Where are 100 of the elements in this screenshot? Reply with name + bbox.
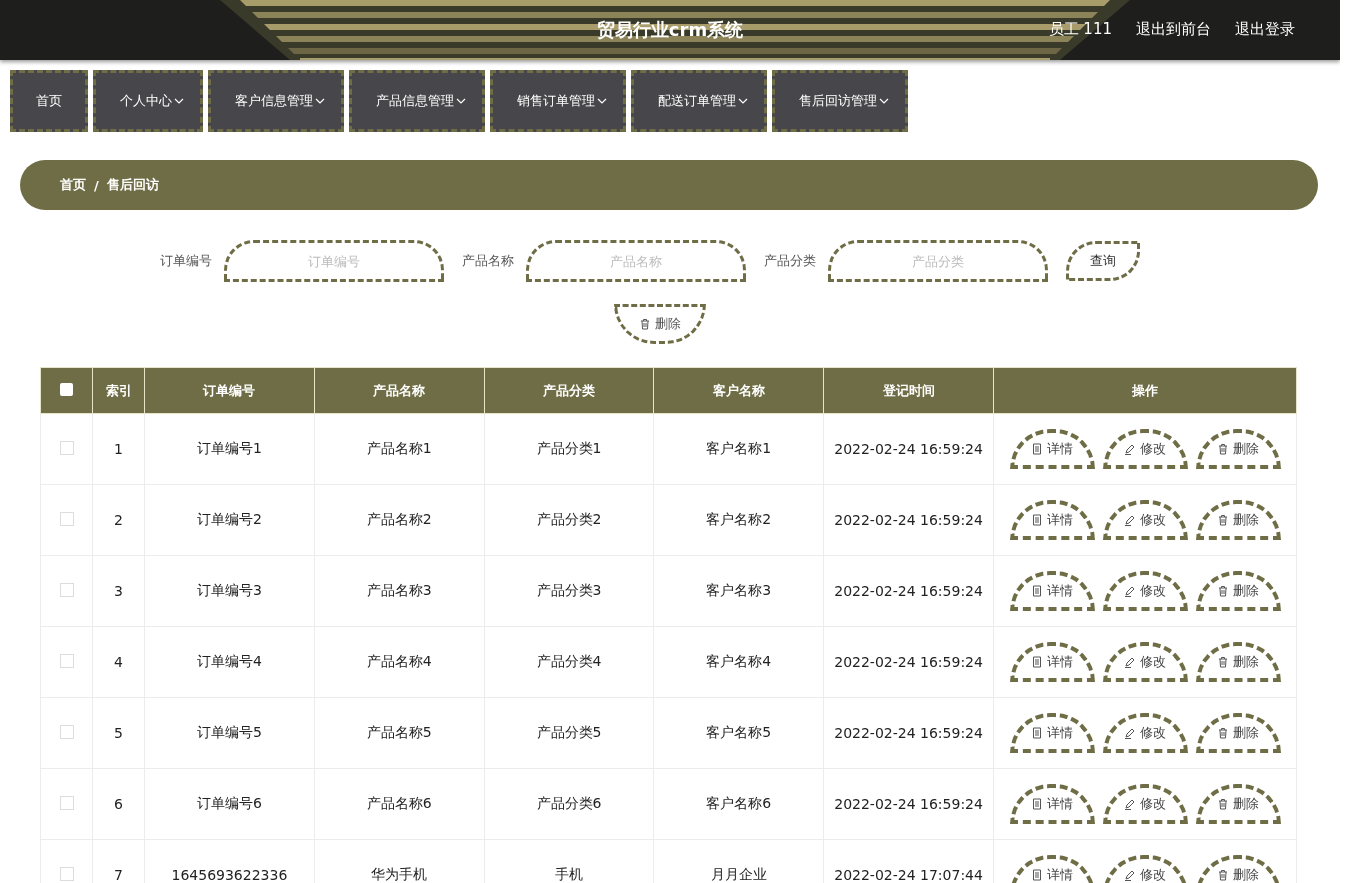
row-action-button[interactable]: 删除	[1195, 642, 1281, 682]
table-cell: 订单编号5	[196, 724, 262, 740]
search-field[interactable]: 产品分类	[828, 240, 1048, 282]
row-action-button[interactable]: 修改	[1102, 713, 1188, 753]
app-title: 贸易行业crm系统	[596, 18, 744, 42]
table-cell: 4	[114, 654, 123, 670]
trash-icon	[1217, 443, 1229, 455]
document-icon	[1031, 585, 1043, 597]
table-cell: 产品分类1	[536, 440, 602, 456]
table-cell: 订单编号2	[196, 511, 262, 527]
pencil-icon	[1124, 869, 1136, 881]
row-action-button[interactable]: 修改	[1102, 571, 1188, 611]
table-cell: 产品名称4	[366, 653, 432, 669]
document-icon	[1031, 727, 1043, 739]
pencil-icon	[1124, 727, 1136, 739]
header-link[interactable]: 退出登录	[1235, 20, 1295, 39]
trash-icon	[1217, 514, 1229, 526]
search-field[interactable]: 订单编号	[224, 240, 444, 282]
table-cell: 月月企业	[710, 866, 767, 882]
row-checkbox[interactable]	[59, 795, 74, 810]
pencil-icon	[1124, 585, 1136, 597]
row-action-button[interactable]: 详情	[1009, 571, 1095, 611]
nav-menu-button[interactable]: 产品信息管理	[349, 70, 485, 132]
column-header: 登记时间	[823, 367, 994, 414]
table-cell: 产品名称5	[366, 724, 432, 740]
row-checkbox[interactable]	[59, 724, 74, 739]
table-cell: 产品名称1	[366, 440, 432, 456]
search-field[interactable]: 产品名称	[526, 240, 746, 282]
table-cell: 2	[114, 512, 123, 528]
query-button[interactable]: 查询	[1066, 241, 1140, 281]
delete-button[interactable]: 删除	[614, 304, 706, 344]
row-checkbox[interactable]	[59, 866, 74, 881]
table-cell: 1	[114, 441, 123, 457]
pencil-icon	[1124, 798, 1136, 810]
table-cell: 1645693622336	[171, 867, 288, 883]
table-cell: 3	[114, 583, 123, 599]
table-cell: 5	[114, 725, 123, 741]
row-action-button[interactable]: 详情	[1009, 642, 1095, 682]
table-cell: 订单编号6	[196, 795, 262, 811]
row-action-button[interactable]: 修改	[1102, 784, 1188, 824]
table-cell: 订单编号3	[196, 582, 262, 598]
row-action-button[interactable]: 修改	[1102, 642, 1188, 682]
header-link[interactable]: 退出到前台	[1136, 20, 1211, 39]
table-cell: 2022-02-24 16:59:24	[834, 512, 983, 528]
document-icon	[1031, 514, 1043, 526]
row-action-button[interactable]: 修改	[1102, 429, 1188, 469]
field-label: 产品名称	[462, 252, 514, 270]
column-header: 产品分类	[484, 367, 654, 414]
column-header: 操作	[993, 367, 1297, 414]
row-checkbox[interactable]	[59, 511, 74, 526]
nav-menu-button[interactable]: 销售订单管理	[490, 70, 626, 132]
table-cell: 产品名称6	[366, 795, 432, 811]
trash-icon	[639, 318, 651, 330]
document-icon	[1031, 443, 1043, 455]
breadcrumb-separator: /	[94, 177, 99, 193]
nav-menu-button[interactable]: 售后回访管理	[772, 70, 908, 132]
breadcrumb-item[interactable]: 首页	[60, 176, 86, 194]
nav-menu-button[interactable]: 个人中心	[93, 70, 203, 132]
table-cell: 2022-02-24 17:07:44	[834, 867, 983, 883]
row-checkbox[interactable]	[59, 582, 74, 597]
column-header: 客户名称	[653, 367, 824, 414]
row-action-button[interactable]: 删除	[1195, 429, 1281, 469]
row-action-button[interactable]: 详情	[1009, 500, 1095, 540]
table-cell: 2022-02-24 16:59:24	[834, 796, 983, 812]
row-action-button[interactable]: 删除	[1195, 500, 1281, 540]
table-cell: 2022-02-24 16:59:24	[834, 654, 983, 670]
table-cell: 客户名称5	[706, 724, 772, 740]
row-action-button[interactable]: 详情	[1009, 713, 1095, 753]
table-cell: 客户名称3	[706, 582, 772, 598]
document-icon	[1031, 798, 1043, 810]
row-action-button[interactable]: 删除	[1195, 713, 1281, 753]
row-checkbox[interactable]	[59, 653, 74, 668]
column-header: 索引	[92, 367, 145, 414]
table-cell: 产品名称3	[366, 582, 432, 598]
table-cell: 产品分类3	[536, 582, 602, 598]
nav-menu-button[interactable]: 首页	[10, 70, 88, 132]
table-cell: 订单编号4	[196, 653, 262, 669]
nav-menu-button[interactable]: 客户信息管理	[208, 70, 344, 132]
row-action-button[interactable]: 详情	[1009, 784, 1095, 824]
pencil-icon	[1124, 443, 1136, 455]
row-action-button[interactable]: 删除	[1195, 571, 1281, 611]
table-cell: 产品分类6	[536, 795, 602, 811]
table-cell: 产品名称2	[366, 511, 432, 527]
document-icon	[1031, 656, 1043, 668]
table-cell: 2022-02-24 16:59:24	[834, 583, 983, 599]
document-icon	[1031, 869, 1043, 881]
table-cell: 产品分类5	[536, 724, 602, 740]
table-cell: 华为手机	[371, 866, 428, 882]
nav-menu-button[interactable]: 配送订单管理	[631, 70, 767, 132]
table-cell: 客户名称2	[706, 511, 772, 527]
row-action-button[interactable]: 删除	[1195, 784, 1281, 824]
breadcrumb-item: 售后回访	[106, 176, 159, 194]
row-checkbox[interactable]	[59, 440, 74, 455]
pencil-icon	[1124, 514, 1136, 526]
pencil-icon	[1124, 656, 1136, 668]
row-action-button[interactable]: 详情	[1009, 429, 1095, 469]
row-action-button[interactable]: 修改	[1102, 500, 1188, 540]
field-label: 订单编号	[160, 252, 212, 270]
field-label: 产品分类	[764, 252, 816, 270]
select-all-checkbox[interactable]	[60, 382, 73, 396]
